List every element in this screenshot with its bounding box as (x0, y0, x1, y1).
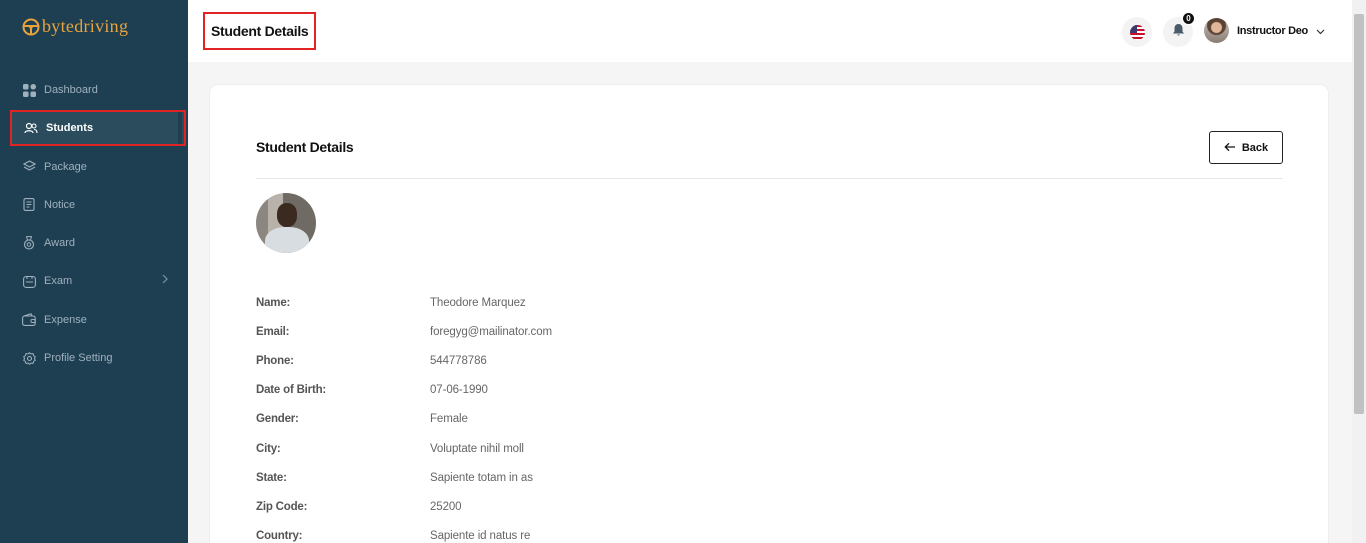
sidebar-item-award[interactable]: Award (10, 225, 188, 261)
scrollbar-thumb[interactable] (1354, 14, 1364, 414)
wallet-icon (22, 313, 36, 327)
us-flag-icon (1129, 24, 1145, 40)
student-details-card: Student Details Back Name: Theodore Marq… (210, 85, 1328, 543)
sidebar-item-label: Package (44, 160, 87, 173)
detail-row-phone: Phone: 544778786 (256, 346, 552, 375)
detail-value: foregyg@mailinator.com (430, 325, 552, 338)
detail-value: Female (430, 413, 468, 426)
notification-count-badge: 0 (1182, 12, 1195, 25)
detail-value: Sapiente id natus re (430, 530, 531, 543)
detail-label: Country: (256, 530, 303, 543)
detail-label: Zip Code: (256, 500, 308, 513)
detail-label: Gender: (256, 413, 299, 426)
sidebar-item-dashboard[interactable]: Dashboard (10, 72, 188, 108)
detail-row-zip-code: Zip Code: 25200 (256, 492, 552, 521)
document-icon (22, 198, 36, 212)
detail-value: Voluptate nihil moll (430, 442, 524, 455)
chevron-right-icon (162, 274, 168, 287)
sidebar-item-exam[interactable]: Exam (10, 263, 188, 299)
notifications-button[interactable]: 0 (1163, 12, 1195, 47)
detail-value: Theodore Marquez (430, 296, 526, 309)
steering-wheel-icon (22, 18, 40, 36)
award-icon (22, 236, 36, 250)
detail-row-date-of-birth: Date of Birth: 07-06-1990 (256, 376, 552, 405)
exam-icon (22, 274, 36, 288)
detail-row-city: City: Voluptate nihil moll (256, 434, 552, 463)
detail-value: Sapiente totam in as (430, 471, 533, 484)
detail-label: Name: (256, 296, 291, 309)
sidebar-item-students[interactable]: Students (10, 110, 186, 147)
card-title: Student Details (256, 139, 354, 155)
users-icon (24, 121, 38, 135)
back-button-label: Back (1241, 141, 1269, 154)
chevron-down-icon (1316, 22, 1325, 40)
arrow-left-icon (1224, 140, 1236, 155)
detail-row-name: Name: Theodore Marquez (256, 288, 552, 317)
sidebar-item-label: Expense (44, 313, 87, 326)
sidebar-item-label: Dashboard (44, 84, 98, 96)
detail-label: State: (256, 471, 287, 484)
detail-row-email: Email: foregyg@mailinator.com (256, 317, 552, 346)
student-photo (256, 193, 316, 253)
sidebar: bytedriving Dashboard Students Package N… (0, 0, 188, 543)
detail-row-country: Country: Sapiente id natus re (256, 522, 552, 543)
sidebar-item-label: Students (46, 122, 94, 135)
detail-row-gender: Gender: Female (256, 405, 552, 434)
detail-label: Phone: (256, 354, 294, 367)
sidebar-item-label: Award (44, 237, 75, 250)
student-details-list: Name: Theodore Marquez Email: foregyg@ma… (256, 288, 552, 543)
gear-icon (22, 351, 36, 365)
dashboard-icon (22, 83, 36, 97)
avatar (1204, 18, 1229, 43)
brand-name: bytedriving (42, 16, 129, 36)
divider (256, 178, 1283, 179)
sidebar-item-expense[interactable]: Expense (10, 302, 188, 338)
detail-value: 544778786 (430, 354, 487, 367)
back-button[interactable]: Back (1209, 131, 1283, 164)
bell-icon (1172, 23, 1185, 42)
top-header: Student Details 0 Instructor Deo (188, 0, 1352, 62)
sidebar-item-package[interactable]: Package (10, 149, 188, 185)
sidebar-item-notice[interactable]: Notice (10, 187, 188, 223)
sidebar-item-label: Exam (44, 275, 73, 288)
brand-logo[interactable]: bytedriving (22, 16, 128, 37)
sidebar-item-profile-setting[interactable]: Profile Setting (10, 340, 188, 376)
detail-label: Email: (256, 325, 290, 338)
page-scrollbar[interactable] (1352, 0, 1366, 543)
page-title: Student Details (203, 12, 317, 50)
detail-label: City: (256, 442, 281, 455)
language-switcher[interactable] (1122, 17, 1152, 47)
detail-value: 07-06-1990 (430, 384, 488, 397)
sidebar-item-label: Notice (44, 198, 76, 211)
user-menu[interactable]: Instructor Deo (1204, 18, 1325, 43)
sidebar-item-label: Profile Setting (44, 352, 113, 365)
detail-row-state: State: Sapiente totam in as (256, 463, 552, 492)
user-name: Instructor Deo (1237, 24, 1308, 37)
detail-value: 25200 (430, 500, 462, 513)
detail-label: Date of Birth: (256, 384, 327, 397)
sidebar-nav: Dashboard Students Package Notice Award (10, 72, 188, 378)
layers-icon (22, 160, 36, 174)
